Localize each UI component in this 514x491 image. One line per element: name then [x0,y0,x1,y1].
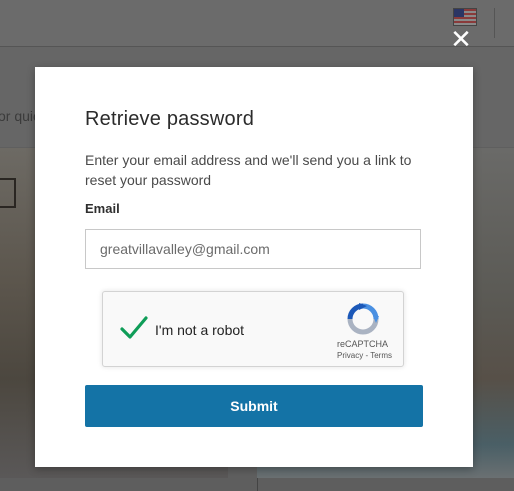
header-divider [494,8,495,38]
email-label: Email [85,201,120,216]
background-footer-strip [0,478,514,491]
recaptcha-logo-icon [347,303,379,335]
terms-link[interactable]: Terms [370,351,392,360]
close-icon[interactable]: ✕ [450,26,472,52]
recaptcha-label: I'm not a robot [155,322,245,338]
retrieve-password-modal: Retrieve password Enter your email addre… [35,67,473,467]
submit-button[interactable]: Submit [85,385,423,427]
recaptcha-links: Privacy - Terms [337,351,392,360]
privacy-link[interactable]: Privacy [337,351,363,360]
recaptcha-widget[interactable]: I'm not a robot reCAPTCHA Privacy - Term… [102,291,404,367]
modal-title: Retrieve password [85,108,255,130]
checkmark-icon[interactable] [119,314,149,342]
recaptcha-brand: reCAPTCHA [337,339,389,349]
modal-description: Enter your email address and we'll send … [85,152,412,188]
picture-frame [0,178,16,208]
email-field[interactable] [85,229,421,269]
site-header [0,0,514,47]
